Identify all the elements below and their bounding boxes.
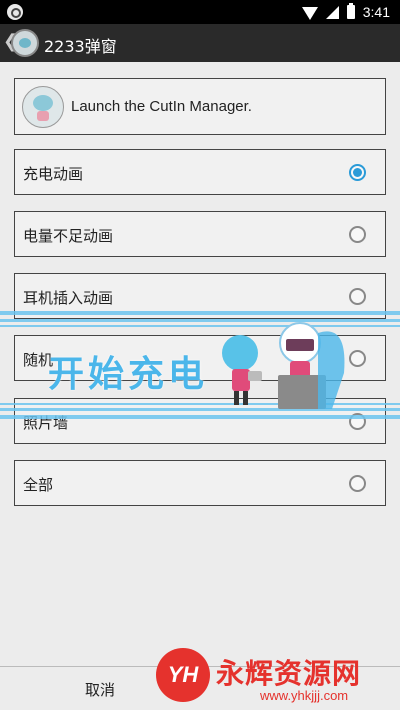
- character-avatar-icon: [22, 86, 64, 128]
- cancel-button[interactable]: 取消: [0, 667, 200, 710]
- option-label: 随机: [23, 351, 54, 369]
- wifi-icon: [301, 6, 318, 20]
- app-avatar-icon[interactable]: [11, 29, 39, 57]
- option-photo-wall[interactable]: 照片墙: [14, 398, 386, 444]
- option-label: 耳机插入动画: [23, 289, 114, 307]
- overlay-stripe-line: [0, 325, 400, 327]
- option-label: 照片墙: [23, 414, 69, 432]
- radio-unchecked-icon[interactable]: [349, 288, 366, 305]
- overlay-stripe-line: [0, 319, 400, 322]
- option-label: 全部: [23, 476, 54, 494]
- signal-icon: [325, 5, 339, 19]
- radio-unchecked-icon[interactable]: [349, 350, 366, 367]
- option-headphone-animation[interactable]: 耳机插入动画: [14, 273, 386, 319]
- launch-cutin-manager-label: Launch the CutIn Manager.: [71, 98, 252, 115]
- status-time: 3:41: [362, 4, 390, 20]
- status-bar: 3:41: [0, 0, 400, 24]
- app-notification-icon: [7, 4, 23, 20]
- page-title: 2233弹窗: [44, 37, 117, 56]
- status-icons: 3:41: [301, 3, 390, 21]
- radio-unchecked-icon[interactable]: [349, 413, 366, 430]
- action-bar: ❮ 2233弹窗: [0, 24, 400, 62]
- option-label: 充电动画: [23, 165, 84, 183]
- option-charging-animation[interactable]: 充电动画: [14, 149, 386, 195]
- option-all[interactable]: 全部: [14, 460, 386, 506]
- radio-unchecked-icon[interactable]: [349, 226, 366, 243]
- radio-checked-icon[interactable]: [349, 164, 366, 181]
- battery-icon: [346, 3, 355, 19]
- option-low-battery-animation[interactable]: 电量不足动画: [14, 211, 386, 257]
- option-label: 电量不足动画: [23, 227, 114, 245]
- radio-unchecked-icon[interactable]: [349, 475, 366, 492]
- launch-cutin-manager-button[interactable]: Launch the CutIn Manager.: [14, 78, 386, 135]
- confirm-button[interactable]: [200, 667, 400, 710]
- option-random[interactable]: 随机: [14, 335, 386, 381]
- dialog-button-bar: 取消: [0, 666, 400, 710]
